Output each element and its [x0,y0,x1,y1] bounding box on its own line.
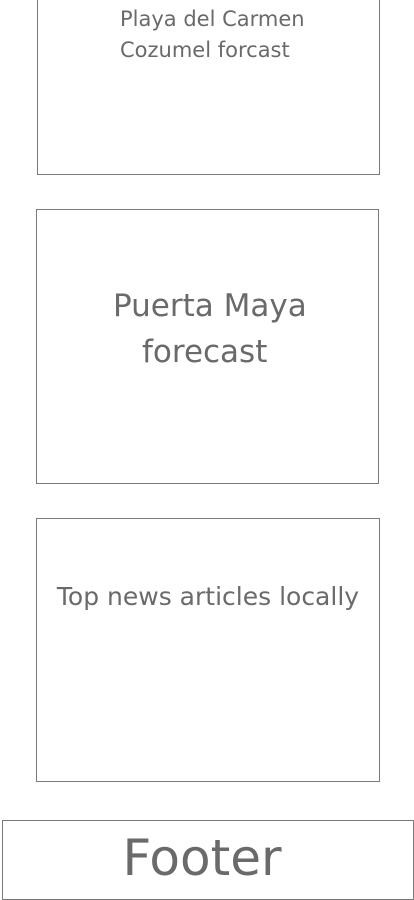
puerta-maya-forecast-card[interactable]: Puerta Maya forecast [36,209,379,484]
puerta-line-1: Puerta Maya [113,288,307,324]
playa-line-1: Playa del Carmen [120,7,305,31]
footer: Footer [2,820,414,900]
local-news-card[interactable]: Top news articles locally [36,518,380,782]
local-news-label: Top news articles locally [56,582,360,611]
puerta-maya-forecast-label: Puerta Maya forecast [37,283,378,375]
puerta-line-2: forecast [142,334,268,370]
playa-cozumel-forecast-label: Playa del Carmen Cozumel forcast [120,4,350,66]
footer-label: Footer [122,829,282,887]
playa-cozumel-forecast-card[interactable]: Playa del Carmen Cozumel forcast [37,0,380,175]
playa-line-2: Cozumel forcast [120,38,290,62]
